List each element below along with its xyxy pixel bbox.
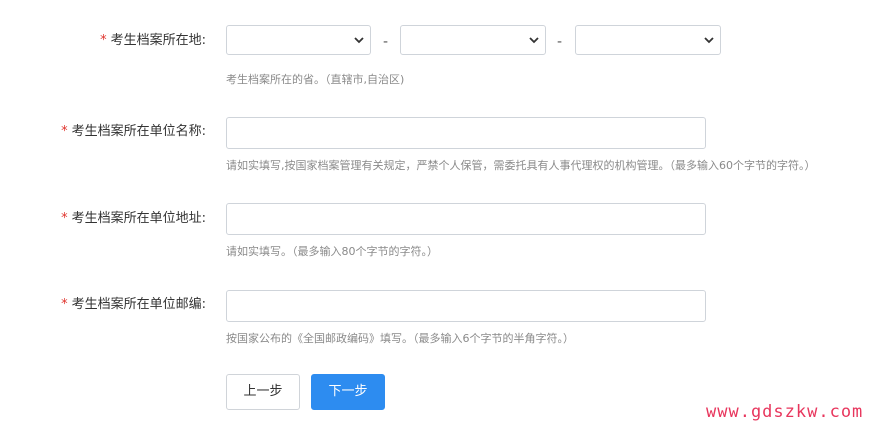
unit-postcode-input[interactable] [226, 290, 706, 322]
required-mark: * [100, 33, 107, 48]
separator: - [383, 34, 389, 50]
unit-postcode-label: * 考生档案所在单位邮编: [61, 297, 206, 312]
prev-step-button[interactable]: 上一步 [226, 374, 300, 410]
separator: - [557, 34, 563, 50]
unit-name-help: 请如实填写,按国家档案管理有关规定，严禁个人保管，需委托具有人事代理权的机构管理… [226, 159, 816, 172]
site-watermark: www.gdszkw.com [706, 402, 864, 422]
chevron-down-icon [529, 37, 539, 44]
next-step-button[interactable]: 下一步 [311, 374, 385, 410]
province-select[interactable] [226, 25, 371, 55]
required-mark: * [61, 124, 68, 139]
chevron-down-icon [354, 37, 364, 44]
exam-archive-form: * 考生档案所在地: - - 考生档案所在的省。（直辖市,自治区) * 考生档案所在… [0, 0, 882, 423]
district-select[interactable] [575, 25, 721, 55]
location-label: * 考生档案所在地: [100, 33, 206, 48]
chevron-down-icon [704, 37, 714, 44]
required-mark: * [61, 211, 68, 226]
unit-postcode-help: 按国家公布的《全国邮政编码》填写。（最多输入6个字节的半角字符。） [226, 332, 574, 345]
location-help: 考生档案所在的省。（直辖市,自治区) [226, 73, 405, 86]
unit-address-label: * 考生档案所在单位地址: [61, 211, 206, 226]
unit-address-help: 请如实填写。（最多输入80个字节的字符。） [226, 245, 438, 258]
city-select[interactable] [400, 25, 546, 55]
unit-address-input[interactable] [226, 203, 706, 235]
unit-name-label: * 考生档案所在单位名称: [61, 124, 206, 139]
unit-name-input[interactable] [226, 117, 706, 149]
required-mark: * [61, 297, 68, 312]
